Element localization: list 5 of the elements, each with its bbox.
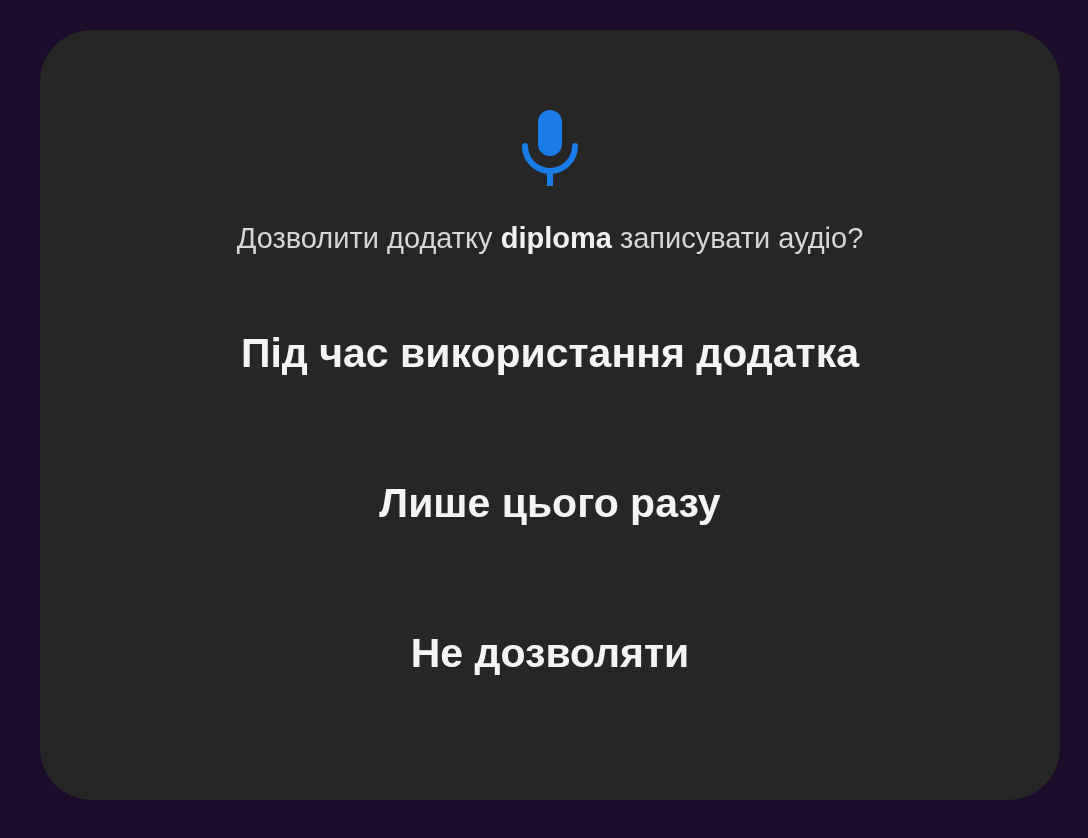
option-button[interactable]: Під час використання додатка [240, 329, 859, 377]
option-button[interactable]: Лише цього разу [379, 479, 721, 527]
option-button[interactable]: Не дозволяти [410, 629, 690, 677]
microphone-icon [520, 110, 580, 186]
permission-prompt: Дозволити додатку diploma записувати аудіо? [236, 222, 864, 255]
